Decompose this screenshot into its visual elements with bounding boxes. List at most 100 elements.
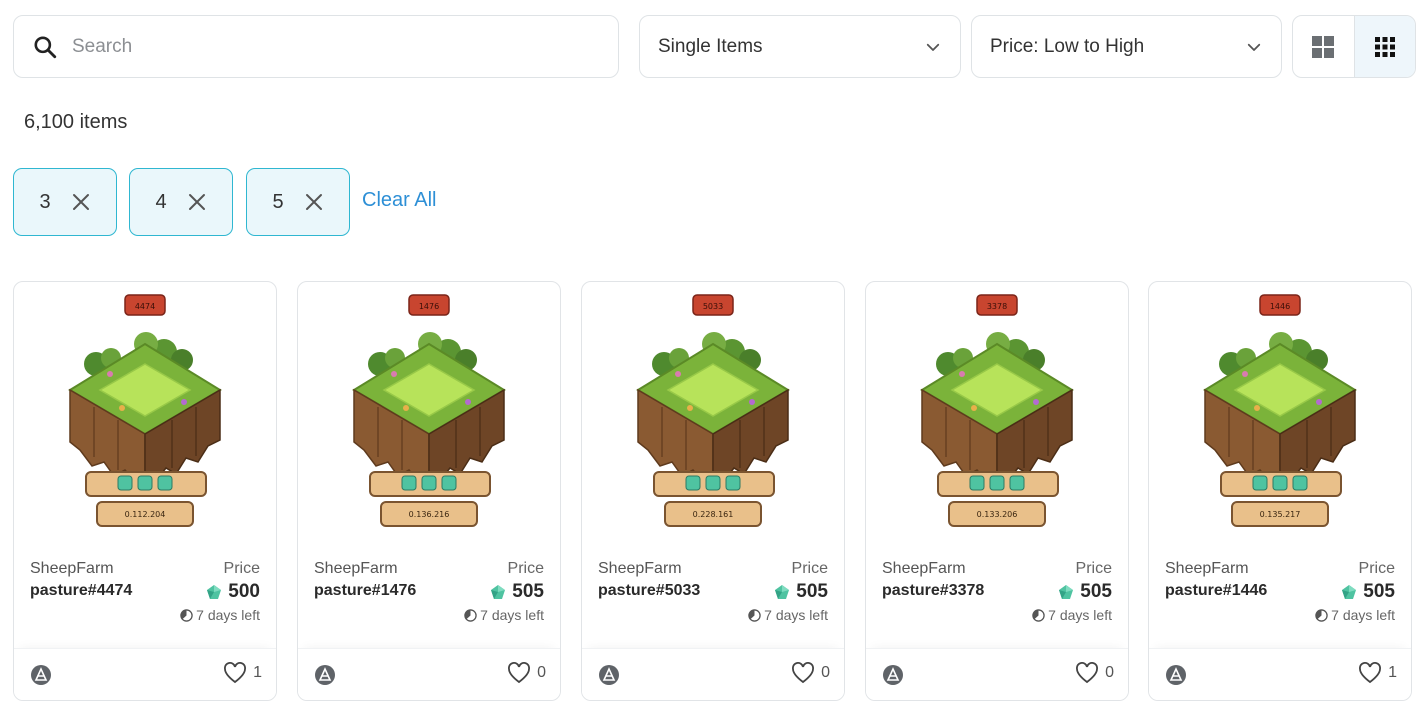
like-button[interactable]: 0 [1075, 662, 1114, 684]
time-left-text: 7 days left [480, 607, 544, 623]
gem-icon [1342, 585, 1357, 599]
like-count: 1 [1388, 664, 1397, 681]
filter-chip-4[interactable]: 4 [129, 168, 233, 236]
like-button[interactable]: 1 [1358, 662, 1397, 684]
svg-text:3378: 3378 [987, 302, 1007, 311]
time-left: 7 days left [1032, 607, 1112, 623]
price-label: Price [223, 560, 260, 577]
close-icon[interactable] [187, 192, 207, 212]
item-price: 505 [490, 581, 544, 603]
filter-chip-5[interactable]: 5 [246, 168, 350, 236]
gem-icon [491, 585, 506, 599]
price-value: 505 [1363, 581, 1395, 602]
item-type-select[interactable]: Single Items [639, 15, 961, 78]
item-name: pasture#1476 [314, 582, 417, 599]
pasture-artwork: 5033 0.228.161 [636, 294, 790, 527]
filter-chip-label: 5 [272, 190, 284, 213]
chain-logo-icon [315, 665, 335, 685]
price-value: 505 [512, 581, 544, 602]
price-label: Price [1358, 560, 1395, 577]
pasture-artwork: 4474 0.112.204 [68, 294, 222, 527]
item-name: pasture#4474 [30, 582, 133, 599]
result-count: 6,100 items [24, 111, 128, 133]
svg-text:4474: 4474 [135, 302, 155, 311]
card-footer: 1 [14, 648, 276, 700]
gem-icon [207, 585, 222, 599]
collection-name: SheepFarm [314, 560, 398, 577]
gem-icon [775, 585, 790, 599]
chevron-down-icon [1247, 43, 1261, 51]
like-button[interactable]: 1 [223, 662, 262, 684]
clock-icon [180, 608, 193, 622]
svg-text:1446: 1446 [1270, 302, 1290, 311]
item-name: pasture#5033 [598, 582, 701, 599]
gem-icon [1059, 585, 1074, 599]
id-badge: 1446 [1259, 294, 1301, 316]
like-count: 1 [253, 664, 262, 681]
svg-text:1476: 1476 [419, 302, 439, 311]
grid-small-icon [1374, 36, 1395, 57]
chevron-down-icon [926, 43, 940, 51]
svg-text:0.228.161: 0.228.161 [693, 510, 734, 519]
gem-sign [85, 471, 207, 497]
small-grid-view-button[interactable] [1353, 16, 1415, 77]
like-button[interactable]: 0 [791, 662, 830, 684]
gem-sign [653, 471, 775, 497]
large-grid-view-button[interactable] [1293, 16, 1354, 77]
card-footer: 0 [298, 648, 560, 700]
search-bar[interactable] [13, 15, 619, 78]
pasture-artwork: 1446 0.135.217 [1203, 294, 1357, 527]
item-card[interactable]: 1446 0.135.217 SheepFarm Price pasture#1… [1148, 281, 1412, 701]
sort-select-value: Price: Low to High [990, 35, 1145, 57]
item-price: 505 [774, 581, 828, 603]
chain-logo-icon [599, 665, 619, 685]
price-value: 500 [228, 581, 260, 602]
time-left: 7 days left [464, 607, 544, 623]
time-left-text: 7 days left [1331, 607, 1395, 623]
price-value: 505 [796, 581, 828, 602]
filter-chip-3[interactable]: 3 [13, 168, 117, 236]
clear-all-link[interactable]: Clear All [362, 189, 436, 212]
time-left-text: 7 days left [764, 607, 828, 623]
svg-text:5033: 5033 [703, 302, 723, 311]
item-name: pasture#1446 [1165, 582, 1268, 599]
collection-name: SheepFarm [30, 560, 114, 577]
heart-icon [1076, 662, 1099, 684]
card-footer: 0 [582, 648, 844, 700]
item-card[interactable]: 4474 0.112.204 SheepFarm Price pasture#4… [13, 281, 277, 701]
chain-logo-icon [883, 665, 903, 685]
search-input[interactable] [72, 35, 552, 58]
price-value: 505 [1080, 581, 1112, 602]
collection-name: SheepFarm [598, 560, 682, 577]
gem-sign [1220, 471, 1342, 497]
collection-name: SheepFarm [1165, 560, 1249, 577]
svg-text:0.133.206: 0.133.206 [977, 510, 1018, 519]
card-footer: 0 [866, 648, 1128, 700]
close-icon[interactable] [304, 192, 324, 212]
clock-icon [1032, 608, 1045, 622]
heart-icon [1359, 662, 1382, 684]
item-card[interactable]: 3378 0.133.206 SheepFarm Price pasture#3… [865, 281, 1129, 701]
item-card[interactable]: 1476 0.136.216 SheepFarm Price pasture#1… [297, 281, 561, 701]
id-badge: 3378 [976, 294, 1018, 316]
search-icon [34, 35, 57, 58]
chain-logo-icon [31, 665, 51, 685]
clock-icon [748, 608, 761, 622]
grid-large-icon [1312, 35, 1335, 58]
sort-select[interactable]: Price: Low to High [971, 15, 1282, 78]
gem-sign [369, 471, 491, 497]
collection-name: SheepFarm [882, 560, 966, 577]
coords-sign: 0.112.204 [96, 501, 194, 527]
item-type-select-value: Single Items [658, 35, 763, 57]
item-price: 500 [206, 581, 260, 603]
svg-text:0.136.216: 0.136.216 [409, 510, 450, 519]
item-price: 505 [1058, 581, 1112, 603]
like-button[interactable]: 0 [507, 662, 546, 684]
filter-chip-label: 3 [39, 190, 51, 213]
coords-sign: 0.135.217 [1231, 501, 1329, 527]
svg-text:0.112.204: 0.112.204 [125, 510, 166, 519]
item-card[interactable]: 5033 0.228.161 SheepFarm Price pasture#5… [581, 281, 845, 701]
gem-sign [937, 471, 1059, 497]
close-icon[interactable] [71, 192, 91, 212]
pasture-artwork: 3378 0.133.206 [920, 294, 1074, 527]
